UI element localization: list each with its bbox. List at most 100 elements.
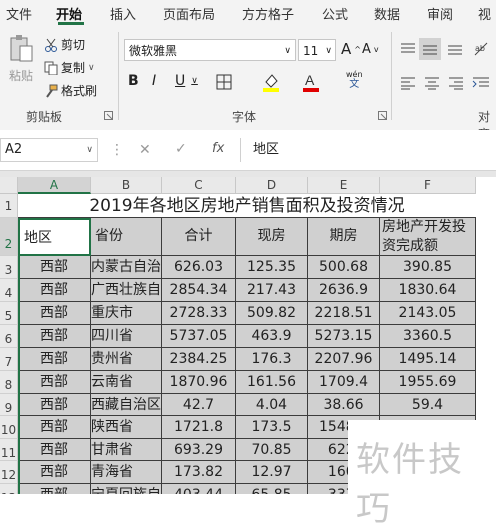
font-color-icon[interactable]: A: [302, 72, 320, 92]
header-cell-1[interactable]: 地区: [18, 218, 91, 256]
data-cell[interactable]: 1870.96: [162, 371, 236, 394]
font-name-select[interactable]: 微软雅黑 ∨: [124, 39, 296, 61]
header-cell-3[interactable]: 合计: [162, 218, 236, 256]
data-cell[interactable]: 内蒙古自治区: [91, 256, 162, 279]
data-cell[interactable]: 2207.96: [308, 348, 380, 371]
shrink-font-button[interactable]: Av: [362, 42, 379, 57]
header-cell-4[interactable]: 现房: [236, 218, 308, 256]
data-cell[interactable]: 广西壮族自治区: [91, 279, 162, 302]
row-header-13[interactable]: 13: [0, 484, 18, 494]
align-bottom-icon[interactable]: [447, 42, 463, 56]
enter-icon[interactable]: ✓: [175, 141, 187, 157]
data-cell[interactable]: 2854.34: [162, 279, 236, 302]
column-header-f[interactable]: F: [380, 177, 476, 194]
indent-icon[interactable]: [472, 76, 490, 90]
data-cell[interactable]: 59.4: [380, 394, 476, 416]
data-cell[interactable]: 西部: [18, 348, 91, 371]
column-header-b[interactable]: B: [91, 177, 162, 194]
cancel-icon[interactable]: ✕: [139, 142, 151, 158]
borders-icon[interactable]: [216, 74, 232, 90]
fill-color-icon[interactable]: [262, 72, 280, 92]
row-header-6[interactable]: 6: [0, 325, 18, 348]
insert-function-button[interactable]: fx: [212, 141, 224, 156]
tab-view[interactable]: 视: [478, 4, 491, 23]
data-cell[interactable]: 1830.64: [380, 279, 476, 302]
data-cell[interactable]: 626.03: [162, 256, 236, 279]
chevron-down-icon[interactable]: ∨: [88, 63, 95, 73]
row-header-1[interactable]: 1: [0, 194, 18, 218]
paste-button[interactable]: 粘贴: [6, 34, 36, 84]
data-cell[interactable]: 161.56: [236, 371, 308, 394]
font-size-select[interactable]: 11 ∨: [298, 39, 336, 61]
row-header-9[interactable]: 9: [0, 394, 18, 416]
tab-data[interactable]: 数据: [374, 4, 400, 23]
column-header-d[interactable]: D: [236, 177, 308, 194]
header-cell-2[interactable]: 省份: [91, 218, 162, 256]
column-header-c[interactable]: C: [162, 177, 236, 194]
grow-font-button[interactable]: A ^: [341, 40, 361, 58]
row-header-12[interactable]: 12: [0, 461, 18, 484]
data-cell[interactable]: 青海省: [91, 461, 162, 484]
phonetic-guide-button[interactable]: wén 文: [346, 70, 363, 90]
row-header-10[interactable]: 10: [0, 416, 18, 439]
data-cell[interactable]: 西部: [18, 484, 91, 494]
tab-home[interactable]: 开始: [56, 4, 82, 23]
copy-button[interactable]: 复制 ∨: [44, 59, 95, 76]
underline-button[interactable]: U ∨: [175, 73, 198, 89]
data-cell[interactable]: 463.9: [236, 325, 308, 348]
column-header-a[interactable]: A: [18, 177, 91, 194]
name-box[interactable]: A2 ∨: [0, 138, 98, 162]
data-cell[interactable]: 5737.05: [162, 325, 236, 348]
data-cell[interactable]: 西部: [18, 416, 91, 439]
data-cell[interactable]: 2636.9: [308, 279, 380, 302]
align-right-icon[interactable]: [448, 76, 464, 90]
data-cell[interactable]: 陕西省: [91, 416, 162, 439]
data-cell[interactable]: 云南省: [91, 371, 162, 394]
sheet-title[interactable]: 2019年各地区房地产销售面积及投资情况: [18, 194, 476, 218]
dialog-launcher-icon[interactable]: [104, 111, 113, 120]
data-cell[interactable]: 70.85: [236, 439, 308, 461]
align-left-icon[interactable]: [400, 76, 416, 90]
data-cell[interactable]: 1709.4: [308, 371, 380, 394]
data-cell[interactable]: 2218.51: [308, 302, 380, 325]
row-header-2[interactable]: 2: [0, 218, 18, 256]
data-cell[interactable]: 2143.05: [380, 302, 476, 325]
data-cell[interactable]: 1495.14: [380, 348, 476, 371]
select-all-corner[interactable]: [0, 177, 18, 194]
row-header-4[interactable]: 4: [0, 279, 18, 302]
data-cell[interactable]: 2384.25: [162, 348, 236, 371]
data-cell[interactable]: 125.35: [236, 256, 308, 279]
data-cell[interactable]: 西藏自治区: [91, 394, 162, 416]
data-cell[interactable]: 四川省: [91, 325, 162, 348]
tab-review[interactable]: 审阅: [427, 4, 453, 23]
header-cell-6[interactable]: 房地产开发投 资完成额: [380, 218, 476, 256]
data-cell[interactable]: 693.29: [162, 439, 236, 461]
data-cell[interactable]: 西部: [18, 256, 91, 279]
align-center-icon[interactable]: [424, 76, 440, 90]
row-header-11[interactable]: 11: [0, 439, 18, 461]
format-painter-button[interactable]: 格式刷: [44, 82, 97, 99]
data-cell[interactable]: 5273.15: [308, 325, 380, 348]
cut-button[interactable]: 剪切: [44, 36, 85, 53]
data-cell[interactable]: 西部: [18, 394, 91, 416]
data-cell[interactable]: 1721.8: [162, 416, 236, 439]
data-cell[interactable]: 509.82: [236, 302, 308, 325]
data-cell[interactable]: 西部: [18, 461, 91, 484]
dialog-launcher-icon[interactable]: [378, 111, 387, 120]
data-cell[interactable]: 65.85: [236, 484, 308, 494]
data-cell[interactable]: 西部: [18, 371, 91, 394]
row-header-3[interactable]: 3: [0, 256, 18, 279]
formula-input[interactable]: 地区: [240, 138, 496, 162]
orientation-icon[interactable]: ab: [472, 40, 490, 58]
row-header-5[interactable]: 5: [0, 302, 18, 325]
row-header-8[interactable]: 8: [0, 371, 18, 394]
italic-button[interactable]: I: [152, 73, 156, 89]
data-cell[interactable]: 宁夏回族自治区: [91, 484, 162, 494]
data-cell[interactable]: 西部: [18, 439, 91, 461]
tab-fangfang[interactable]: 方方格子: [242, 4, 294, 23]
data-cell[interactable]: 12.97: [236, 461, 308, 484]
data-cell[interactable]: 西部: [18, 279, 91, 302]
header-cell-5[interactable]: 期房: [308, 218, 380, 256]
tab-insert[interactable]: 插入: [110, 4, 136, 23]
data-cell[interactable]: 2728.33: [162, 302, 236, 325]
